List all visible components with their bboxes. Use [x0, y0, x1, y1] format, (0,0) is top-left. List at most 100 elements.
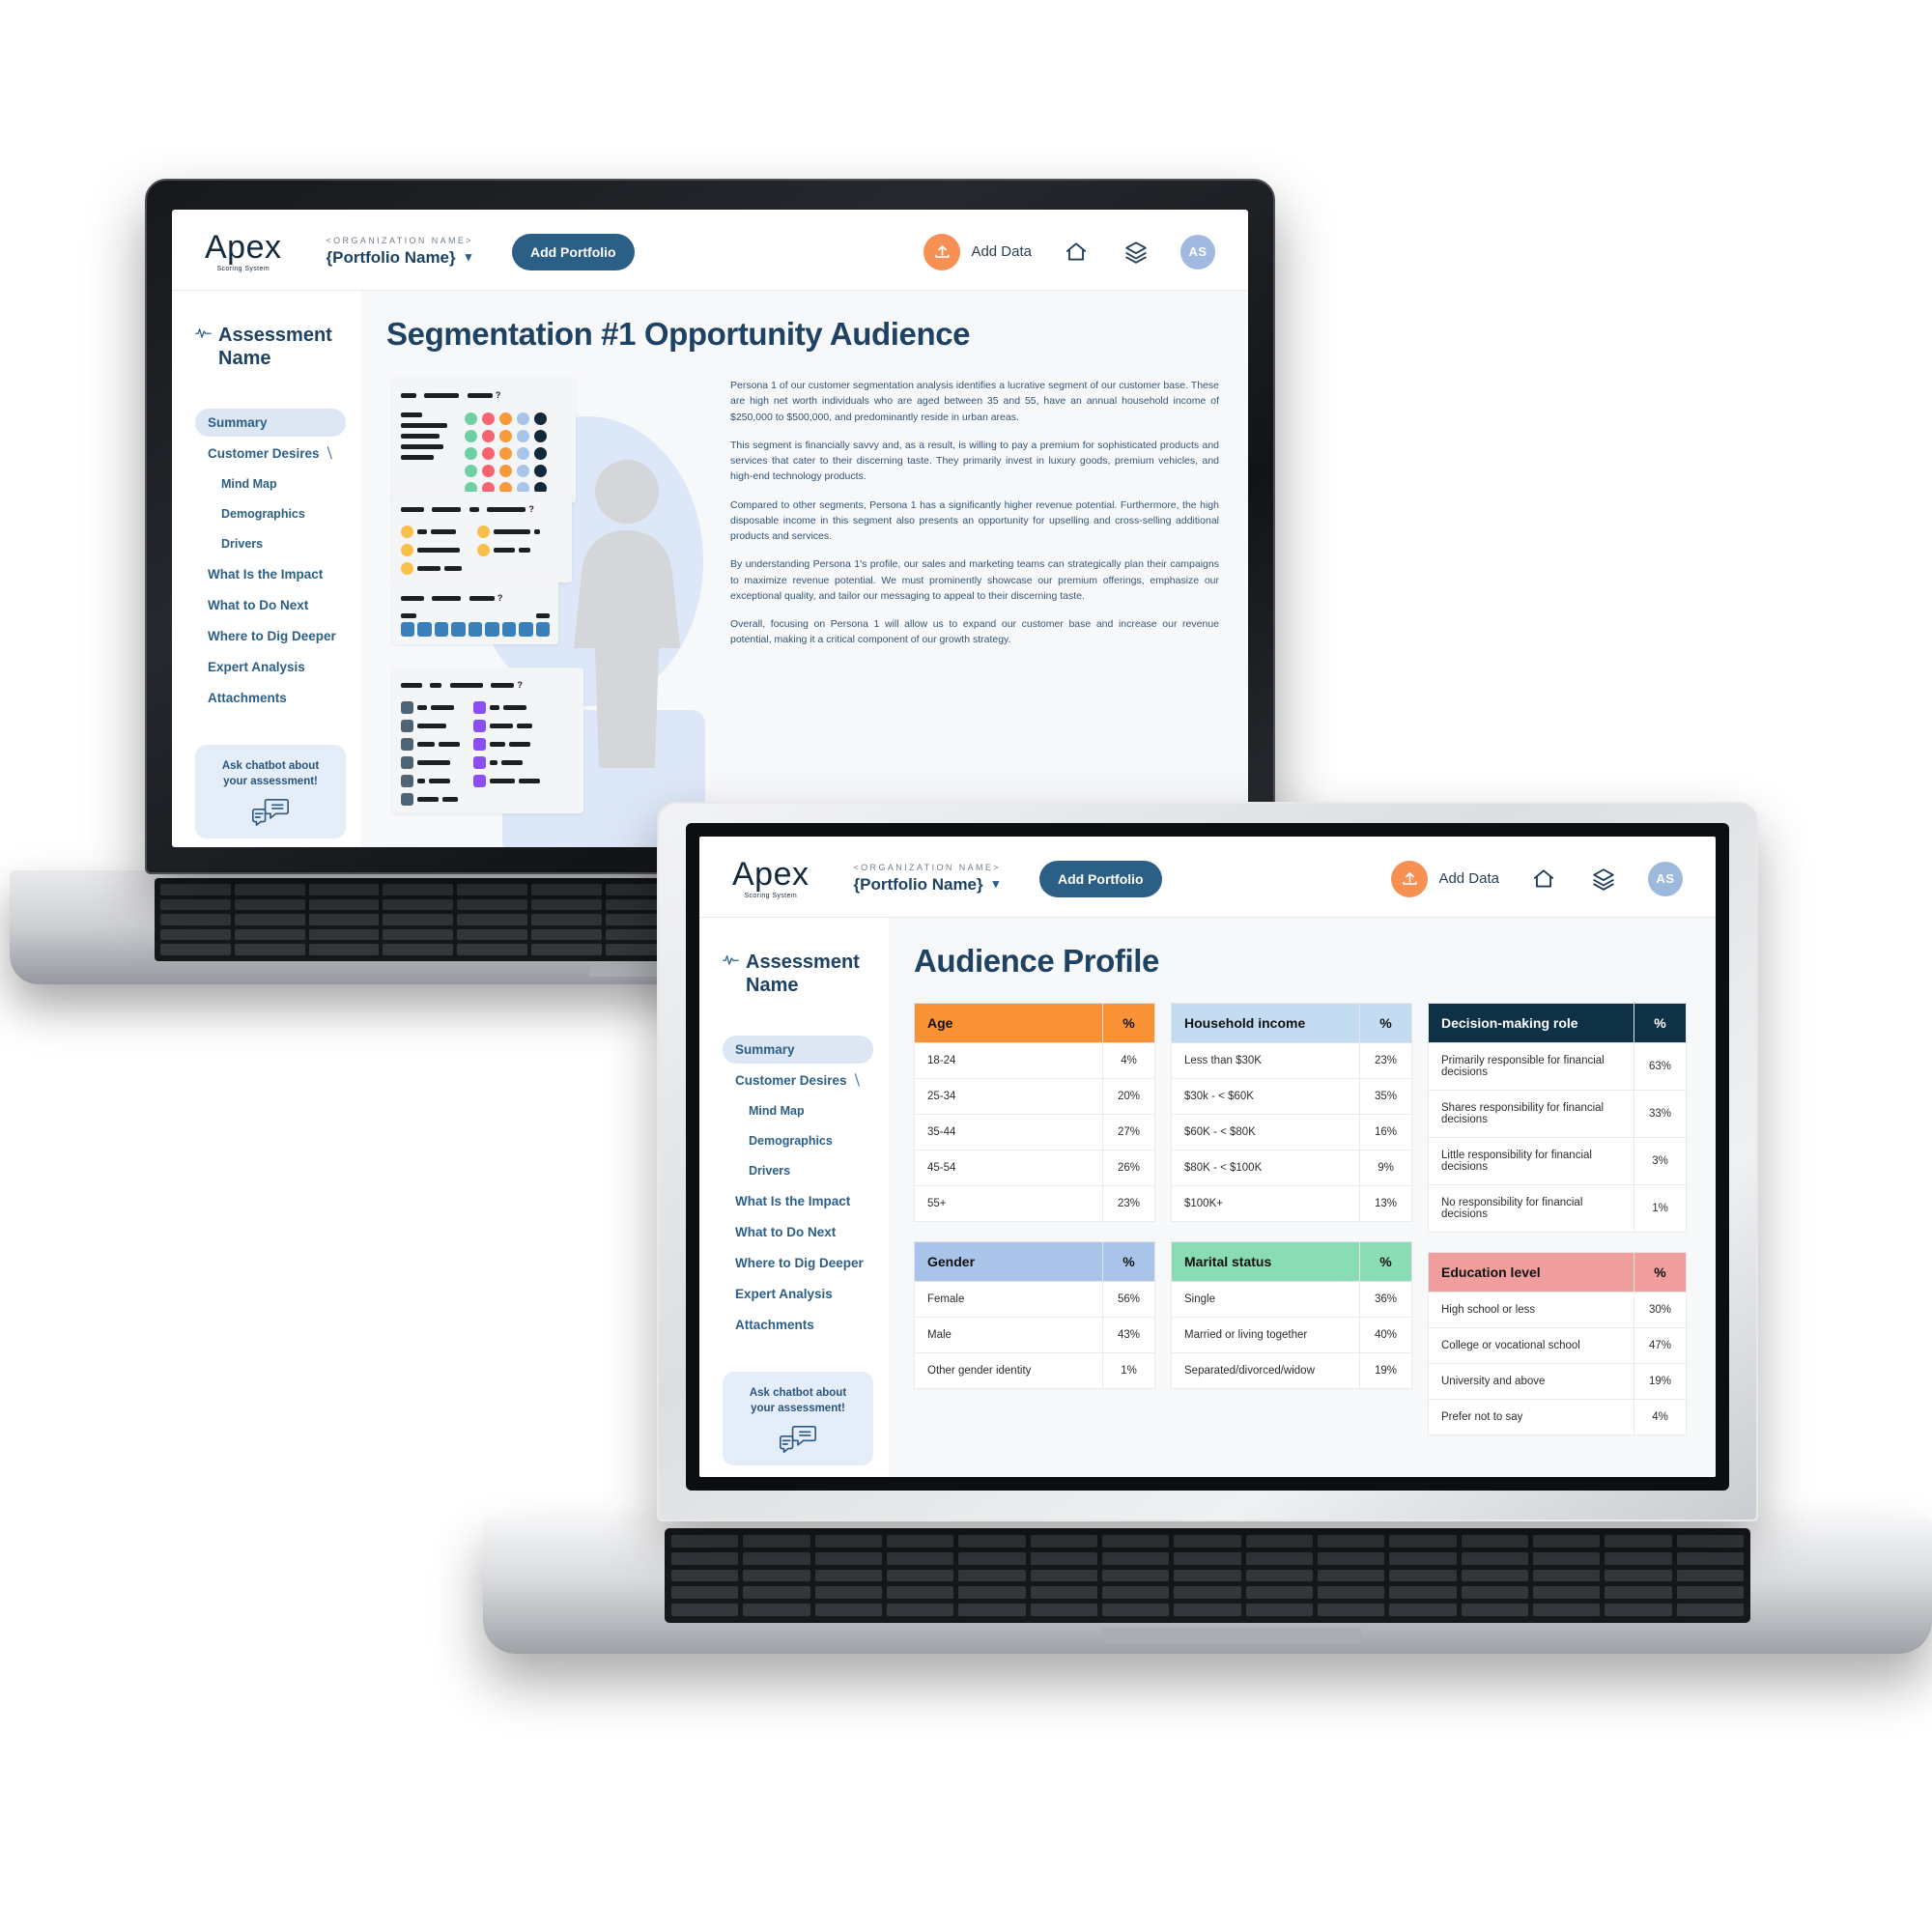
sidebar-item-label: Mind Map: [749, 1104, 805, 1118]
collapse-caret-icon[interactable]: ╱: [325, 447, 336, 459]
assessment-name-header-front: Assessment Name: [723, 951, 873, 997]
portfolio-selector-front[interactable]: <ORGANIZATION NAME> {Portfolio Name} ▾: [854, 863, 1001, 895]
logo-tagline-front: Scoring System: [744, 893, 798, 899]
apex-logo[interactable]: Apex Scoring System: [205, 231, 282, 272]
chevron-down-icon-front[interactable]: ▾: [993, 876, 1000, 892]
sidebar-item-what-to-do-next-front[interactable]: What to Do Next: [723, 1218, 873, 1246]
add-portfolio-button-front[interactable]: Add Portfolio: [1038, 860, 1162, 897]
keyboard-key: [743, 1551, 810, 1565]
user-avatar-front[interactable]: AS: [1648, 861, 1683, 896]
table-row: Male 43%: [914, 1317, 1155, 1353]
screenshot-stage: Apex Scoring System <ORGANIZATION NAME> …: [0, 0, 1932, 1932]
keyboard-key: [1605, 1551, 1672, 1565]
keyboard-key: [958, 1535, 1026, 1548]
chevron-down-icon[interactable]: ▾: [466, 249, 472, 265]
sidebar-item-drivers-front[interactable]: Drivers: [723, 1157, 873, 1184]
sidebar-item-drivers[interactable]: Drivers: [195, 530, 346, 557]
sidebar-item-what-is-the-impact-front[interactable]: What Is the Impact: [723, 1187, 873, 1215]
sidebar-nav-back: Summary Customer Desires ╱ Mind Map Demograp…: [195, 409, 346, 712]
row-percent: 33%: [1634, 1090, 1687, 1138]
sidebar-item-customer-desires[interactable]: Customer Desires ╱: [195, 440, 346, 468]
home-icon-front[interactable]: [1528, 864, 1559, 895]
keyboard-key: [671, 1604, 739, 1616]
sidebar-item-label: Drivers: [221, 537, 264, 551]
keyboard-key: [958, 1569, 1026, 1582]
sidebar-item-demographics[interactable]: Demographics: [195, 500, 346, 527]
add-data-button-front[interactable]: Add Data: [1391, 860, 1499, 897]
layers-icon-front[interactable]: [1588, 864, 1619, 895]
add-portfolio-button[interactable]: Add Portfolio: [511, 233, 635, 270]
keyboard-key: [308, 914, 380, 925]
keyboard-key: [1030, 1551, 1097, 1565]
sidebar-item-label: Drivers: [749, 1164, 791, 1178]
layers-icon[interactable]: [1121, 237, 1151, 268]
keyboard-key: [1174, 1535, 1241, 1548]
sidebar-item-mind-map-front[interactable]: Mind Map: [723, 1097, 873, 1124]
row-label: $80K - < $100K: [1171, 1150, 1360, 1186]
keyboard-key: [671, 1551, 739, 1565]
organization-label-front: <ORGANIZATION NAME>: [853, 863, 1001, 873]
sidebar-nav-front: Summary Customer Desires ╱ Mind Map Demograp…: [723, 1036, 873, 1339]
chatbot-promo-card[interactable]: Ask chatbot about your assessment!: [195, 745, 346, 839]
audience-profile-tables: Age% 18-24 4% 25-34 20% 35-44 27% 45-54 26% 55+ 23…: [914, 1003, 1687, 1435]
persona-paragraph: Persona 1 of our customer segmentation a…: [730, 380, 1219, 423]
apex-logo-front[interactable]: Apex Scoring System: [732, 858, 810, 899]
keyboard-key: [1245, 1535, 1313, 1548]
row-percent: 35%: [1359, 1078, 1412, 1115]
keyboard-key: [1318, 1569, 1385, 1582]
chatbot-promo-card-front[interactable]: Ask chatbot about your assessment!: [723, 1372, 873, 1466]
top-bar-front: Apex Scoring System <ORGANIZATION NAME> …: [699, 837, 1716, 918]
table-row: 55+ 23%: [914, 1185, 1155, 1222]
illustration-dot: [465, 412, 477, 425]
portfolio-selector[interactable]: <ORGANIZATION NAME> {Portfolio Name} ▾: [327, 236, 473, 268]
sidebar-item-summary[interactable]: Summary: [195, 409, 346, 437]
sidebar-item-mind-map[interactable]: Mind Map: [195, 470, 346, 497]
home-icon[interactable]: [1061, 237, 1092, 268]
sidebar-item-what-to-do-next[interactable]: What to Do Next: [195, 591, 346, 619]
pulse-icon: [195, 327, 212, 343]
sidebar-item-customer-desires-front[interactable]: Customer Desires ╱: [723, 1066, 873, 1094]
keyboard-key: [1245, 1604, 1313, 1616]
sidebar-item-demographics-front[interactable]: Demographics: [723, 1127, 873, 1154]
collapse-caret-icon[interactable]: ╱: [852, 1074, 864, 1086]
sidebar-item-attachments[interactable]: Attachments: [195, 684, 346, 712]
keyboard-key: [1245, 1569, 1313, 1582]
page-title-audience: Audience Profile: [914, 943, 1159, 979]
sidebar-item-label: Customer Desires: [735, 1073, 847, 1088]
keyboard-key: [1461, 1551, 1528, 1565]
keyboard-key: [1030, 1535, 1097, 1548]
keyboard-key: [1245, 1586, 1313, 1600]
keyboard-key: [1102, 1604, 1170, 1616]
sidebar-item-attachments-front[interactable]: Attachments: [723, 1311, 873, 1339]
table-row: Female 56%: [914, 1281, 1155, 1318]
sidebar-item-summary-front[interactable]: Summary: [723, 1036, 873, 1064]
persona-paragraph: By understanding Persona 1's profile, ou…: [730, 558, 1219, 602]
table-row: Little responsibility for financial deci…: [1428, 1137, 1687, 1185]
row-percent: 36%: [1359, 1281, 1412, 1318]
sidebar-item-label: What Is the Impact: [208, 567, 324, 582]
illustration-dot: [534, 465, 547, 477]
sidebar-item-where-to-dig-deeper[interactable]: Where to Dig Deeper: [195, 622, 346, 650]
keyboard-key: [160, 884, 231, 895]
illustration-dot: [517, 465, 529, 477]
table-column: Decision-making role% Primarily responsib…: [1428, 1003, 1687, 1435]
keyboard-key: [1318, 1586, 1385, 1600]
portfolio-name: {Portfolio Name}: [326, 247, 456, 267]
table-gender: Gender% Female 56% Male 43% Other gender iden…: [914, 1241, 1155, 1389]
table-row: $80K - < $100K 9%: [1171, 1150, 1412, 1186]
sidebar-item-where-to-dig-deeper-front[interactable]: Where to Dig Deeper: [723, 1249, 873, 1277]
keyboard-key: [1389, 1569, 1457, 1582]
keyboard-key: [743, 1569, 810, 1582]
sidebar-item-what-is-the-impact[interactable]: What Is the Impact: [195, 560, 346, 588]
illustration-dot: [499, 465, 512, 477]
row-label: $30k - < $60K: [1171, 1078, 1360, 1115]
add-data-button[interactable]: Add Data: [923, 233, 1032, 270]
logo-wordmark-front: Apex: [732, 856, 810, 893]
row-percent: 30%: [1634, 1292, 1687, 1328]
row-percent: 1%: [1634, 1184, 1687, 1233]
keyboard-key: [1174, 1569, 1241, 1582]
sidebar-item-expert-analysis[interactable]: Expert Analysis: [195, 653, 346, 681]
user-avatar[interactable]: AS: [1180, 234, 1215, 270]
sidebar-item-expert-analysis-front[interactable]: Expert Analysis: [723, 1280, 873, 1308]
keyboard-key: [1389, 1604, 1457, 1616]
